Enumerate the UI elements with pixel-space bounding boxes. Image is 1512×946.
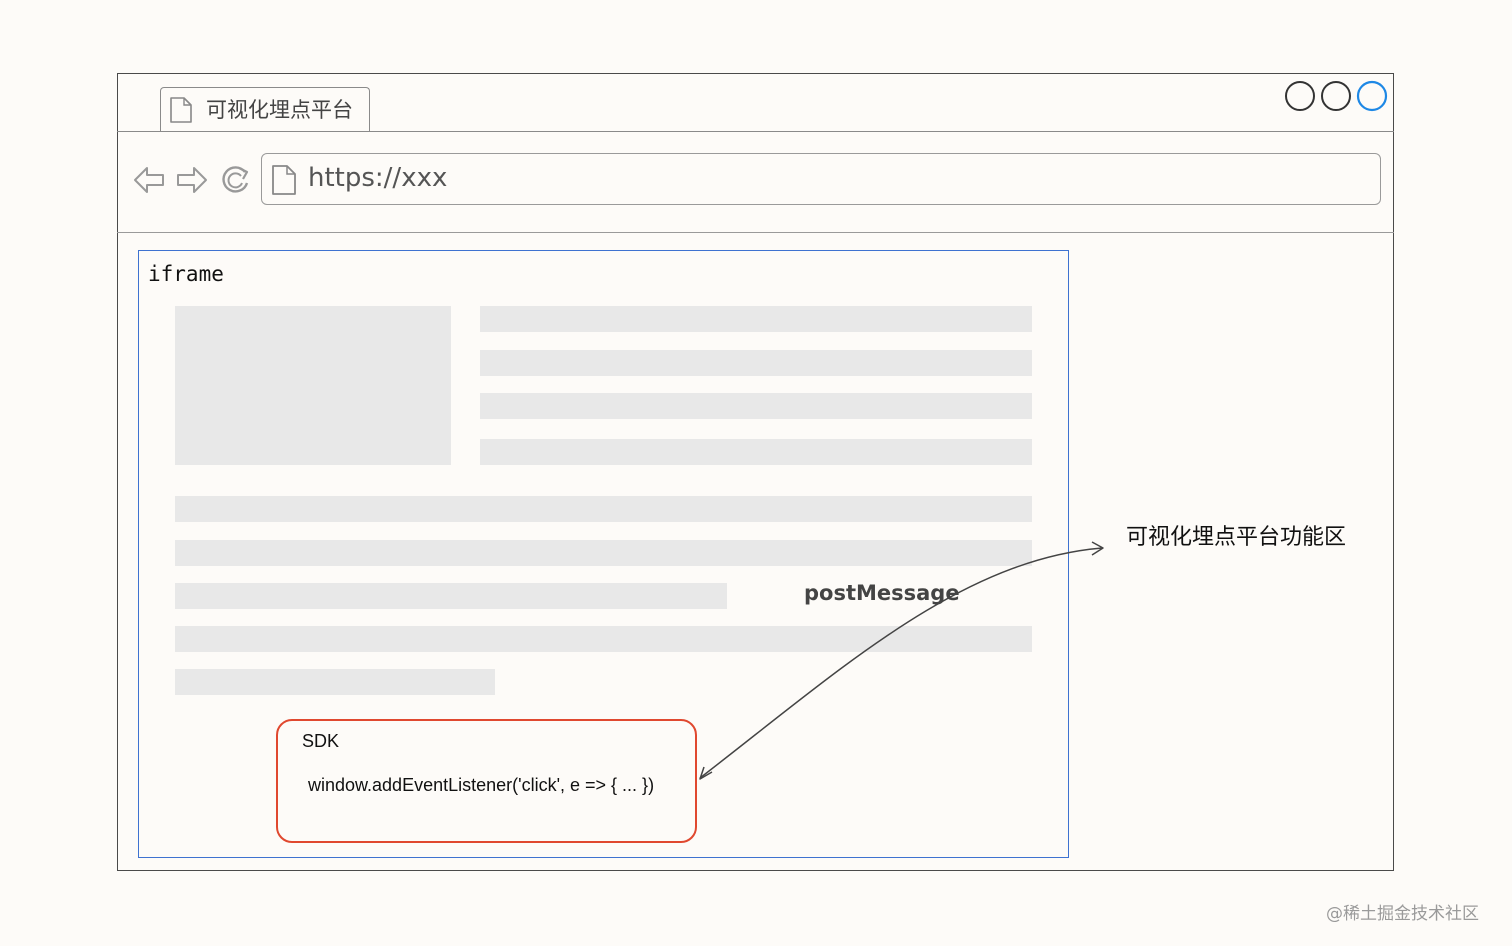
skeleton-line [175, 669, 495, 695]
skeleton-line [480, 439, 1032, 465]
skeleton-line [175, 496, 1032, 522]
skeleton-line [175, 540, 1032, 566]
skeleton-image [175, 306, 451, 465]
window-button-circle-icon[interactable] [1284, 80, 1316, 112]
document-icon [169, 96, 193, 124]
forward-arrow-icon[interactable] [175, 164, 209, 196]
window-button-circle-icon[interactable] [1320, 80, 1352, 112]
back-arrow-icon[interactable] [132, 164, 166, 196]
window-button-circle-icon[interactable] [1356, 80, 1388, 112]
skeleton-line [480, 350, 1032, 376]
skeleton-line [480, 306, 1032, 332]
document-icon [271, 164, 297, 196]
url-text[interactable]: https://xxx [308, 163, 447, 193]
skeleton-line [480, 393, 1032, 419]
postmessage-label: postMessage [804, 581, 960, 605]
sdk-title: SDK [302, 731, 340, 751]
skeleton-line [175, 626, 1032, 652]
toolbar-divider [117, 232, 1394, 233]
tabbar-divider [117, 131, 1394, 132]
skeleton-line [175, 583, 727, 609]
iframe-label: iframe [148, 262, 224, 286]
refresh-icon[interactable] [219, 163, 253, 197]
watermark: @稀土掘金技术社区 [1326, 904, 1479, 924]
platform-area-label: 可视化埋点平台功能区 [1126, 525, 1347, 550]
sdk-code: window.addEventListener('click', e => { … [308, 775, 655, 795]
tab-title: 可视化埋点平台 [206, 98, 353, 122]
